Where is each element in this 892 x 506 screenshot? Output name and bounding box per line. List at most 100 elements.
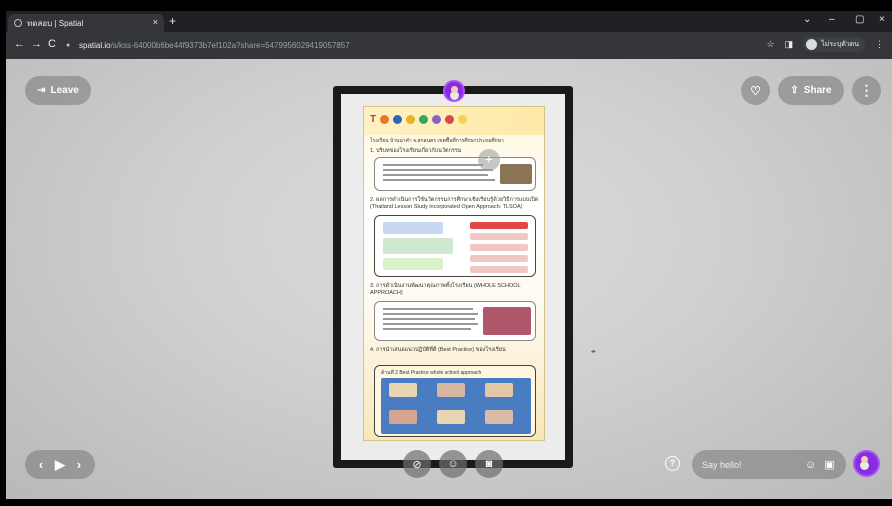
avatar-action-button[interactable]: ☺	[439, 450, 467, 478]
diagram-block	[470, 244, 528, 251]
menu-kebab-icon[interactable]: ⋮	[875, 39, 884, 50]
lock-icon: ●	[66, 42, 71, 49]
text-line	[383, 313, 478, 315]
text-line	[383, 318, 475, 320]
poster-section-title: 3. การดำเนินงานพัฒนาคุณภาพทั้งโรงเรียน (…	[370, 283, 521, 296]
side-panel-icon[interactable]: ◨	[785, 39, 794, 50]
logo-icon	[458, 115, 468, 124]
poster-section-box	[374, 215, 536, 277]
like-button[interactable]: ♡	[741, 76, 770, 105]
bookmark-star-icon[interactable]: ☆	[767, 39, 775, 50]
poster-section-title: 2. ผลการดำเนินการใช้นวัตกรรมการศึกษาเชิง…	[370, 197, 539, 210]
photo	[389, 383, 417, 397]
mic-toggle-button[interactable]: ⊘	[403, 450, 431, 478]
share-icon: ⇪	[790, 85, 799, 96]
user-avatar-on-board[interactable]	[443, 80, 465, 102]
browser-chrome: ทดสอบ | Spatial × + ⌄ – ▢ × ← → C ● spat…	[6, 11, 892, 59]
diagram-block	[383, 238, 453, 254]
text-line	[383, 169, 493, 171]
back-arrow-icon[interactable]: ←	[14, 38, 25, 50]
photo	[500, 164, 532, 184]
more-vertical-icon: ⋮	[859, 82, 874, 98]
navigation-controls[interactable]: ‹ ▶ ›	[25, 450, 95, 479]
new-tab-button[interactable]: +	[169, 14, 176, 28]
logo-icon	[432, 115, 442, 124]
mic-off-icon: ⊘	[412, 458, 422, 471]
share-button[interactable]: ⇪ Share	[778, 76, 844, 105]
next-icon[interactable]: ›	[77, 457, 81, 472]
toolbar-icons: ☆ ◨ ไม่ระบุตัวตน ⋮	[767, 37, 884, 52]
diagram-block	[470, 266, 528, 273]
poster-section-title: 4. การนำเสนอแนวปฏิบัติที่ดี (Best Practi…	[370, 347, 506, 353]
close-tab-icon[interactable]: ×	[153, 17, 158, 27]
photo	[483, 307, 531, 335]
prev-icon[interactable]: ‹	[39, 457, 43, 472]
poster[interactable]: T โรงเรียน บ้านนาคำ จ.สกลนคร เขตพื้นที่ก…	[363, 106, 545, 441]
photo	[437, 410, 465, 424]
share-label: Share	[803, 85, 832, 96]
chat-bar[interactable]: ☺ ▣	[692, 450, 846, 479]
poster-section-title: 1. บริบทของโรงเรียนเกี่ยวกับนวัตกรรม	[370, 148, 462, 154]
poster-header: T	[364, 107, 544, 135]
poster-subtitle: โรงเรียน บ้านนาคำ จ.สกลนคร เขตพื้นที่การ…	[370, 138, 504, 144]
incognito-icon	[806, 39, 818, 50]
address-bar[interactable]: ● spatial.io /s/kss-64000b6be44f9373b7ef…	[66, 36, 766, 55]
help-icon[interactable]: ?	[665, 456, 680, 471]
diagram-block	[383, 258, 443, 270]
reload-icon[interactable]: C	[48, 38, 56, 50]
poster-section-box: ด้านที่ 2 Best Practice whole school app…	[374, 365, 536, 437]
chat-input[interactable]	[702, 459, 797, 470]
text-line	[383, 328, 471, 330]
poster-section-title: ด้านที่ 2 Best Practice whole school app…	[381, 370, 482, 376]
heart-icon: ♡	[750, 83, 761, 98]
text-line	[383, 164, 483, 166]
profile-name: ไม่ระบุตัวตน	[821, 41, 859, 48]
camera-icon: ◙	[485, 458, 493, 470]
more-options-button[interactable]: ⋮	[852, 76, 881, 105]
close-window-button[interactable]: ×	[879, 14, 885, 25]
cursor-icon: ⌖	[591, 347, 596, 356]
camera-button[interactable]: ◙	[475, 450, 503, 478]
diagram-block	[383, 222, 443, 234]
user-avatar[interactable]	[853, 450, 880, 477]
photo	[485, 383, 513, 397]
logo-icon	[393, 115, 403, 124]
url-host: spatial.io	[79, 41, 111, 50]
screen: ทดสอบ | Spatial × + ⌄ – ▢ × ← → C ● spat…	[0, 0, 892, 506]
logo-icon	[419, 115, 429, 124]
diagram-block	[470, 222, 528, 229]
emoji-icon[interactable]: ☺	[805, 459, 816, 471]
leave-button[interactable]: ⇥ Leave	[25, 76, 91, 105]
diagram-block	[470, 233, 528, 240]
logo-row: T	[370, 114, 468, 125]
browser-tab[interactable]: ทดสอบ | Spatial ×	[8, 14, 164, 32]
spatial-scene[interactable]: ⇥ Leave ♡ ⇪ Share ⋮ T โรงเรียน บ้านนาคำ …	[6, 59, 892, 499]
maximize-button[interactable]: ▢	[855, 14, 864, 25]
photo	[485, 410, 513, 424]
poster-brand: T	[370, 114, 377, 125]
poster-section-box	[374, 157, 536, 191]
zoom-in-icon[interactable]: +	[478, 149, 500, 171]
play-icon[interactable]: ▶	[55, 457, 65, 473]
url-path: /s/kss-64000b6be44f9373b7ef102a?share=54…	[110, 41, 350, 50]
photo	[389, 410, 417, 424]
browser-toolbar: ← → C ● spatial.io /s/kss-64000b6be44f93…	[6, 32, 892, 59]
minimize-button[interactable]: –	[829, 14, 835, 25]
logo-icon	[406, 115, 416, 124]
profile-chip[interactable]: ไม่ระบุตัวตน	[803, 37, 865, 52]
poster-section-box	[374, 301, 536, 341]
chat-icon[interactable]: ▣	[824, 458, 834, 471]
spatial-favicon-icon	[14, 19, 22, 27]
bottom-edge	[0, 499, 892, 506]
logo-icon	[380, 115, 390, 124]
tab-search-icon[interactable]: ⌄	[803, 14, 811, 25]
forward-arrow-icon[interactable]: →	[31, 38, 42, 50]
tab-strip: ทดสอบ | Spatial × + ⌄ – ▢ ×	[6, 11, 892, 32]
tab-title: ทดสอบ | Spatial	[27, 18, 84, 28]
logo-icon	[445, 115, 455, 124]
leave-label: Leave	[50, 85, 79, 96]
leave-icon: ⇥	[37, 85, 46, 96]
text-line	[383, 179, 495, 181]
text-line	[383, 323, 478, 325]
person-action-icon: ☺	[447, 458, 459, 470]
